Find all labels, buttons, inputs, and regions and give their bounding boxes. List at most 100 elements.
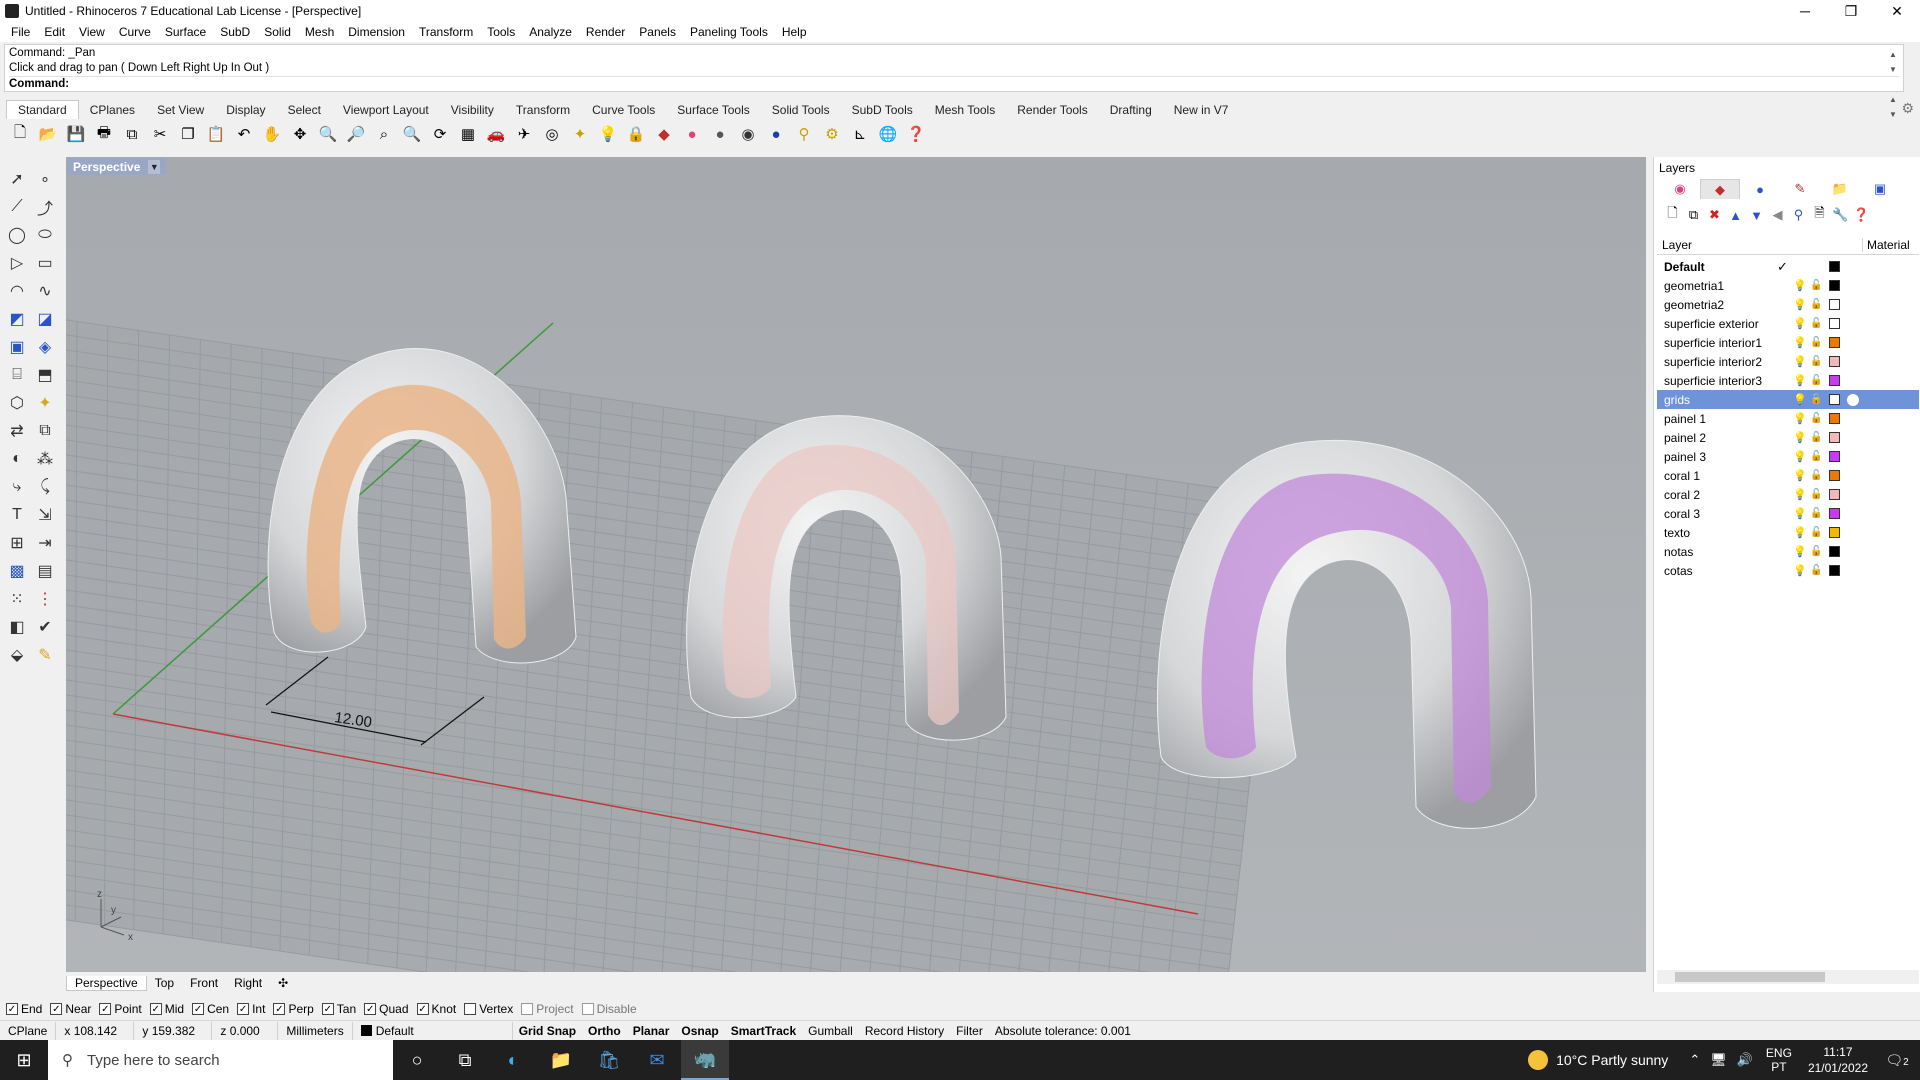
lock-icon[interactable]: 🔓 — [1810, 413, 1822, 424]
checkbox-checked-icon[interactable]: ✓ — [192, 1003, 205, 1015]
tab-visibility[interactable]: Visibility — [440, 101, 505, 119]
layer-row-notas[interactable]: notas 💡 🔓 — [1657, 542, 1919, 561]
zoom-extents-icon[interactable]: ⌕ — [372, 122, 396, 146]
rotate-view-icon[interactable]: ⟳ — [428, 122, 452, 146]
airplane-icon[interactable]: ✈ — [512, 122, 536, 146]
layer-row-superficie-interior3[interactable]: superficie interior3 💡 🔓 — [1657, 371, 1919, 390]
checkbox-checked-icon[interactable]: ✓ — [321, 1003, 334, 1015]
move-tool-icon[interactable]: ⇄ — [4, 418, 30, 444]
visibility-bulb-icon[interactable]: 💡 — [1793, 545, 1807, 558]
lock-icon[interactable]: 🔓 — [1810, 527, 1822, 538]
box-icon[interactable]: ▣ — [4, 334, 30, 360]
column-layer[interactable]: Layer — [1662, 238, 1842, 252]
menu-analyze[interactable]: Analyze — [522, 25, 579, 39]
highlight-icon[interactable]: ✎ — [32, 642, 58, 668]
panel-icon[interactable]: ◧ — [4, 614, 30, 640]
ellipse-icon[interactable]: ⬭ — [32, 222, 58, 248]
pan-hand-icon[interactable]: ✋ — [260, 122, 284, 146]
layer-row-coral-3[interactable]: coral 3 💡 🔓 — [1657, 504, 1919, 523]
tab-select[interactable]: Select — [277, 101, 332, 119]
lock-icon[interactable]: 🔓 — [1810, 394, 1822, 405]
menu-paneling-tools[interactable]: Paneling Tools — [683, 25, 775, 39]
open-file-icon[interactable]: 📂 — [36, 122, 60, 146]
visibility-bulb-icon[interactable]: 💡 — [1793, 355, 1807, 368]
command-scrollbar[interactable]: ▲ ▼ ▲ ▼ — [1889, 47, 1901, 119]
network-icon[interactable]: 🖥 — [1710, 1052, 1727, 1068]
array-icon[interactable]: ⊞ — [4, 530, 30, 556]
block-icon[interactable]: ▩ — [4, 558, 30, 584]
libraries-tab-icon[interactable]: 📁 — [1820, 179, 1860, 199]
grid-tool-icon[interactable]: ▤ — [32, 558, 58, 584]
tab-new-in-v7[interactable]: New in V7 — [1163, 101, 1240, 119]
move-parent-icon[interactable]: ◀ — [1767, 206, 1788, 224]
lock-icon[interactable]: 🔓 — [1810, 299, 1822, 310]
zoom-window-icon[interactable]: 🔎 — [344, 122, 368, 146]
layer-row-grids[interactable]: grids 💡 🔓 — [1657, 390, 1919, 409]
zoom-icon[interactable]: 🔍 — [316, 122, 340, 146]
orient-icon[interactable]: ⇥ — [32, 530, 58, 556]
visibility-bulb-icon[interactable]: 💡 — [1793, 450, 1807, 463]
menu-view[interactable]: View — [72, 25, 112, 39]
menu-curve[interactable]: Curve — [112, 25, 158, 39]
arc-icon[interactable]: ◠ — [4, 278, 30, 304]
menu-file[interactable]: File — [4, 25, 37, 39]
layer-color-swatch[interactable] — [1829, 280, 1840, 291]
layer-color-swatch[interactable] — [1829, 508, 1840, 519]
osnap-point[interactable]: ✓ Point — [99, 1002, 142, 1016]
new-sublayer-icon[interactable]: ⧉ — [1683, 206, 1704, 224]
menu-dimension[interactable]: Dimension — [341, 25, 412, 39]
status-current-layer[interactable]: Default — [353, 1021, 513, 1040]
layer-row-texto[interactable]: texto 💡 🔓 — [1657, 523, 1919, 542]
layer-color-swatch[interactable] — [1829, 546, 1840, 557]
menu-help[interactable]: Help — [775, 25, 814, 39]
lock-icon[interactable]: 🔓 — [1810, 280, 1822, 291]
checkbox-checked-icon[interactable]: ✓ — [416, 1003, 429, 1015]
gumball-toggle[interactable]: Gumball — [802, 1022, 859, 1040]
weather-widget[interactable]: 10°C Partly sunny — [1528, 1050, 1668, 1070]
menu-transform[interactable]: Transform — [412, 25, 480, 39]
cplane-icon[interactable]: ◎ — [540, 122, 564, 146]
layer-color-swatch[interactable] — [1829, 299, 1840, 310]
lock-icon[interactable]: 🔓 — [1810, 451, 1822, 462]
maximize-button[interactable]: ❐ — [1828, 0, 1874, 22]
visibility-bulb-icon[interactable]: 💡 — [1793, 488, 1807, 501]
grid-snap-toggle[interactable]: Grid Snap — [513, 1022, 582, 1040]
osnap-knot[interactable]: ✓ Knot — [416, 1002, 456, 1016]
osnap-quad[interactable]: ✓ Quad — [364, 1002, 409, 1016]
layer-row-superficie-interior2[interactable]: superficie interior2 💡 🔓 — [1657, 352, 1919, 371]
lock-icon[interactable]: 🔓 — [1810, 432, 1822, 443]
visibility-bulb-icon[interactable]: 💡 — [1793, 564, 1807, 577]
tab-standard[interactable]: Standard — [6, 100, 79, 119]
lock-icon[interactable]: 🔓 — [1810, 565, 1822, 576]
osnap-int[interactable]: ✓ Int — [237, 1002, 265, 1016]
layer-color-swatch[interactable] — [1829, 375, 1840, 386]
perspective-viewport[interactable]: 12.00 z y x — [66, 157, 1646, 972]
lock-icon[interactable]: 🔒 — [624, 122, 648, 146]
checkbox-unchecked-icon[interactable] — [581, 1003, 594, 1015]
tab-display[interactable]: Display — [215, 101, 276, 119]
visibility-bulb-icon[interactable]: 💡 — [1793, 374, 1807, 387]
add-viewport-tab-icon[interactable]: ✣ — [270, 976, 296, 990]
command-prompt-input[interactable]: Command: — [9, 76, 1899, 91]
filter-icon[interactable]: ⚲ — [792, 122, 816, 146]
globe-icon[interactable]: 🌐 — [876, 122, 900, 146]
viewport-menu-arrow-icon[interactable]: ▼ — [148, 159, 161, 174]
osnap-disable[interactable]: Disable — [581, 1002, 637, 1016]
vptab-front[interactable]: Front — [182, 976, 226, 990]
scrollbar-thumb[interactable] — [1675, 972, 1825, 982]
taskbar-search-box[interactable]: ⚲ Type here to search — [48, 1040, 393, 1080]
save-icon[interactable]: 💾 — [64, 122, 88, 146]
render-tab-icon[interactable]: ● — [1740, 179, 1780, 199]
filter-toggle[interactable]: Filter — [950, 1022, 989, 1040]
layer-color-swatch[interactable] — [1829, 470, 1840, 481]
layer-color-swatch[interactable] — [1829, 565, 1840, 576]
print-icon[interactable]: 🖶 — [92, 122, 116, 146]
layer-row-cotas[interactable]: cotas 💡 🔓 — [1657, 561, 1919, 580]
windows-start-icon[interactable]: ⊞ — [0, 1040, 48, 1080]
freeform-curve-icon[interactable]: ∿ — [32, 278, 58, 304]
circle-icon[interactable]: ◯ — [4, 222, 30, 248]
layer-row-superficie-interior1[interactable]: superficie interior1 💡 🔓 — [1657, 333, 1919, 352]
surface-corner-icon[interactable]: ◩ — [4, 306, 30, 332]
deform-icon[interactable]: ✦ — [32, 390, 58, 416]
menu-edit[interactable]: Edit — [37, 25, 72, 39]
